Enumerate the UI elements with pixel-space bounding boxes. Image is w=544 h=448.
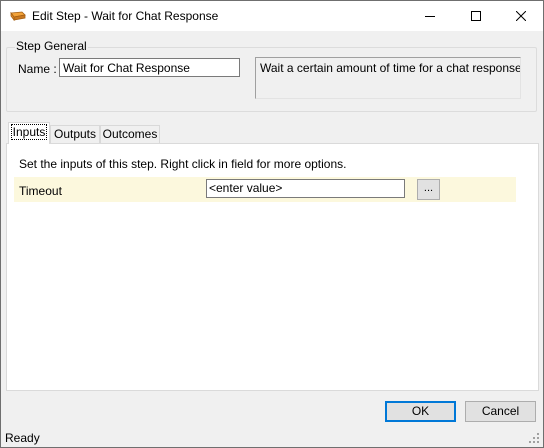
close-button[interactable] <box>498 1 543 31</box>
status-bar: Ready <box>1 427 543 447</box>
step-general-legend: Step General <box>15 39 88 53</box>
cancel-button[interactable]: Cancel <box>465 401 536 422</box>
minimize-icon <box>424 16 435 17</box>
window-title: Edit Step - Wait for Chat Response <box>32 9 219 23</box>
tab-inputs-label: Inputs <box>10 124 48 140</box>
tab-outcomes-label: Outcomes <box>102 127 158 141</box>
inputs-hint: Set the inputs of this step. Right click… <box>19 157 347 171</box>
status-text: Ready <box>5 431 40 445</box>
resize-grip-icon[interactable] <box>528 432 540 444</box>
tab-outcomes[interactable]: Outcomes <box>100 125 160 143</box>
timeout-browse-button[interactable]: ... <box>417 179 440 200</box>
app-icon <box>10 11 26 21</box>
maximize-icon <box>470 11 481 21</box>
timeout-input[interactable]: <enter value> <box>206 179 405 198</box>
close-icon <box>515 11 526 21</box>
tab-inputs[interactable]: Inputs <box>8 122 50 144</box>
name-label: Name : <box>18 62 57 76</box>
name-input[interactable]: Wait for Chat Response <box>59 58 240 77</box>
timeout-label: Timeout <box>19 184 62 198</box>
tab-outputs[interactable]: Outputs <box>50 125 100 143</box>
title-bar[interactable]: Edit Step - Wait for Chat Response <box>1 1 543 31</box>
edit-step-dialog: Edit Step - Wait for Chat Response Step … <box>0 0 544 448</box>
tab-outputs-label: Outputs <box>53 127 97 141</box>
minimize-button[interactable] <box>407 1 452 31</box>
ok-button[interactable]: OK <box>385 401 456 422</box>
step-description: Wait a certain amount of time for a chat… <box>255 57 521 99</box>
maximize-button[interactable] <box>453 1 498 31</box>
